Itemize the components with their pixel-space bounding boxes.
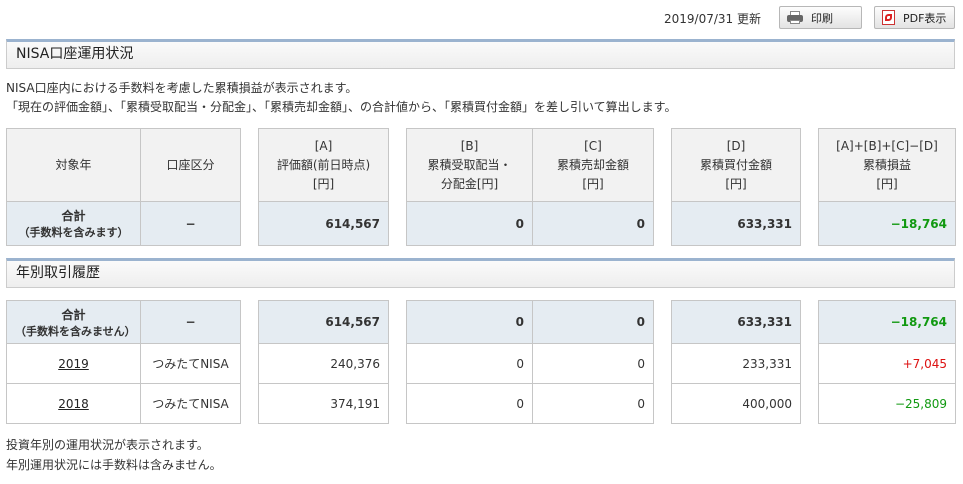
table-header-row: 対象年 口座区分 [A] 評価額(前日時点) [円] [B] 累積受取配当・ 分配金[円… bbox=[6, 128, 956, 202]
row-b: 0 bbox=[406, 383, 533, 424]
col-c: [C] 累積売却金額 [円] bbox=[532, 128, 654, 202]
total-a: 614,567 bbox=[258, 201, 389, 246]
history-total-account-type: − bbox=[140, 300, 241, 344]
row-c: 0 bbox=[532, 343, 654, 384]
total-label: 合計 （手数料を含みます） bbox=[6, 201, 141, 246]
history-total-b: 0 bbox=[406, 300, 533, 344]
total-pl: −18,764 bbox=[818, 201, 956, 246]
history-total-label: 合計 （手数料を含みません） bbox=[6, 300, 141, 344]
printer-icon bbox=[787, 11, 803, 24]
row-account-type: つみたてNISA bbox=[140, 383, 241, 424]
row-d: 233,331 bbox=[671, 343, 801, 384]
col-b: [B] 累積受取配当・ 分配金[円] bbox=[406, 128, 533, 202]
year-link-2019[interactable]: 2019 bbox=[58, 357, 89, 371]
col-total: [A]+[B]+[C]−[D] 累積損益 [円] bbox=[818, 128, 956, 202]
history-total-pl: −18,764 bbox=[818, 300, 956, 344]
col-year: 対象年 bbox=[6, 128, 141, 202]
history-total-d: 633,331 bbox=[671, 300, 801, 344]
row-account-type: つみたてNISA bbox=[140, 343, 241, 384]
account-status-note-1: NISA口座内における手数料を考慮した累積損益が表示されます。 bbox=[6, 81, 358, 95]
pdf-button[interactable]: PDF表示 bbox=[874, 6, 955, 29]
yearly-history-heading: 年別取引履歴 bbox=[6, 258, 955, 288]
table-row: 合計 （手数料を含みません） − 614,567 0 0 633,331 −18… bbox=[6, 300, 956, 344]
account-status-table: 対象年 口座区分 [A] 評価額(前日時点) [円] [B] 累積受取配当・ 分配金[円… bbox=[6, 128, 956, 246]
total-d: 633,331 bbox=[671, 201, 801, 246]
table-row: 合計 （手数料を含みます） − 614,567 0 0 633,331 −18,… bbox=[6, 201, 956, 246]
row-a: 374,191 bbox=[258, 383, 389, 424]
col-account-type: 口座区分 bbox=[140, 128, 241, 202]
account-status-heading: NISA口座運用状況 bbox=[6, 39, 955, 69]
total-b: 0 bbox=[406, 201, 533, 246]
print-button-label: 印刷 bbox=[811, 11, 833, 25]
update-date: 2019/07/31 更新 bbox=[664, 12, 761, 26]
yearly-history-note-1: 投資年別の運用状況が表示されます。 bbox=[6, 438, 209, 452]
row-pl: +7,045 bbox=[818, 343, 956, 384]
row-c: 0 bbox=[532, 383, 654, 424]
account-status-note-2: 「現在の評価金額」、「累積受取配当・分配金」、「累積売却金額」、の合計値から、「… bbox=[6, 100, 677, 114]
table-row: 2019 つみたてNISA 240,376 0 0 233,331 +7,045 bbox=[6, 343, 956, 384]
col-d: [D] 累積買付金額 [円] bbox=[671, 128, 801, 202]
yearly-history-table: 合計 （手数料を含みません） − 614,567 0 0 633,331 −18… bbox=[6, 300, 956, 424]
row-pl: −25,809 bbox=[818, 383, 956, 424]
history-total-a: 614,567 bbox=[258, 300, 389, 344]
col-a: [A] 評価額(前日時点) [円] bbox=[258, 128, 389, 202]
history-total-c: 0 bbox=[532, 300, 654, 344]
total-account-type: − bbox=[140, 201, 241, 246]
pdf-button-label: PDF表示 bbox=[903, 11, 947, 25]
year-link-2018[interactable]: 2018 bbox=[58, 397, 89, 411]
row-b: 0 bbox=[406, 343, 533, 384]
total-c: 0 bbox=[532, 201, 654, 246]
yearly-history-note-2: 年別運用状況には手数料は含みません。 bbox=[6, 458, 222, 472]
print-button[interactable]: 印刷 bbox=[779, 6, 862, 29]
row-a: 240,376 bbox=[258, 343, 389, 384]
row-d: 400,000 bbox=[671, 383, 801, 424]
pdf-icon bbox=[882, 10, 895, 25]
table-row: 2018 つみたてNISA 374,191 0 0 400,000 −25,80… bbox=[6, 383, 956, 424]
